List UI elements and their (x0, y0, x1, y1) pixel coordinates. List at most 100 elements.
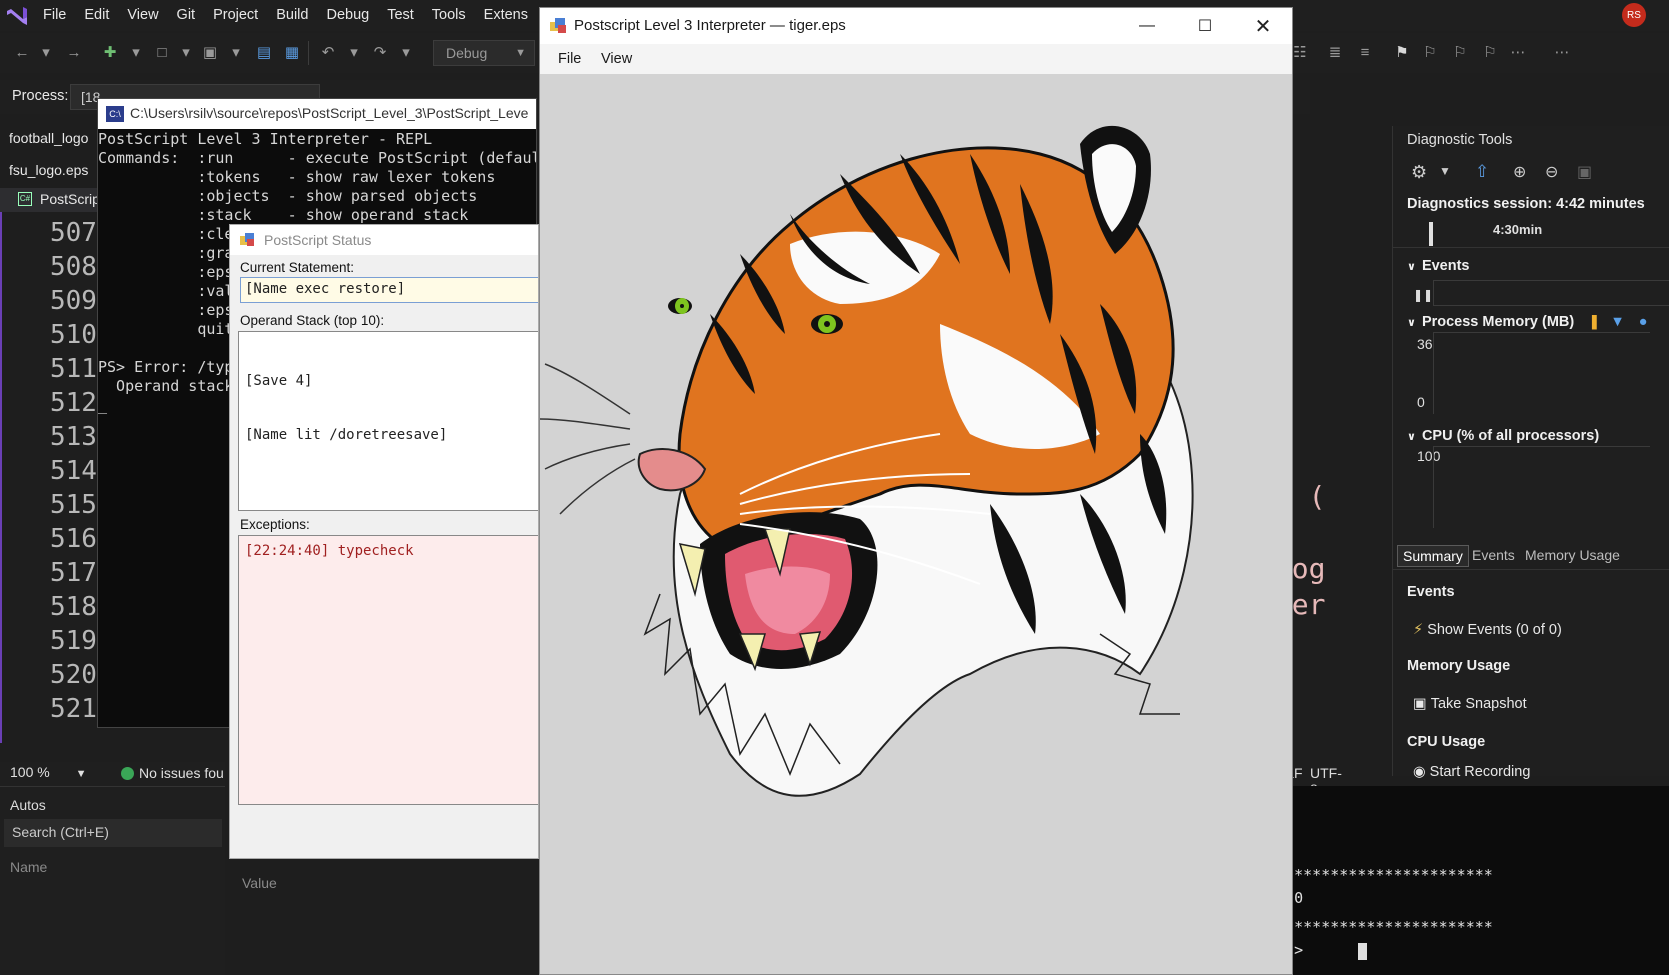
menu-edit[interactable]: Edit (75, 0, 118, 31)
columns-icon[interactable]: ☷ (1290, 43, 1310, 63)
new-project-icon[interactable]: ✚ (100, 43, 120, 63)
autos-column-headers: Name Value (10, 859, 277, 891)
pause-icon[interactable]: ❚❚ (1413, 288, 1433, 302)
solution-configuration-dropdown[interactable]: Debug ▼ (433, 40, 535, 66)
chevron-down-icon[interactable]: ▼ (1439, 164, 1451, 178)
minimize-button[interactable]: — (1118, 8, 1176, 44)
tab-summary[interactable]: Summary (1397, 545, 1469, 567)
save-all-icon[interactable]: ▦ (282, 43, 302, 63)
memory-section-header[interactable]: ∨ Process Memory (MB) ❚ ▼ ● (1407, 314, 1648, 330)
undo-icon[interactable]: ↶ (318, 43, 338, 63)
add-item-icon[interactable]: ▣ (200, 43, 220, 63)
summary-events-heading: Events (1407, 584, 1455, 600)
postscript-status-window[interactable]: PostScript Status Current Statement: [Na… (229, 224, 539, 859)
chevron-down-icon[interactable]: ▾ (226, 43, 246, 63)
doc-tab-football-logo[interactable]: football_logo (9, 130, 88, 146)
visual-studio-logo-icon[interactable] (0, 0, 34, 31)
bookmark-icon[interactable]: ⚑ (1392, 43, 1412, 63)
menu-file[interactable]: File (34, 0, 75, 31)
bookmark-prev-icon[interactable]: ⚐ (1420, 43, 1440, 63)
operand-stack-list[interactable]: [Save 4] [Name lit /doretreesave] (238, 331, 538, 511)
console-title-bar[interactable]: C:\ C:\Users\rsilv\source\repos\PostScri… (98, 99, 536, 129)
postscript-viewer-window[interactable]: Postscript Level 3 Interpreter — tiger.e… (539, 7, 1293, 975)
menu-project[interactable]: Project (204, 0, 267, 31)
doc-tab-fsu-logo[interactable]: fsu_logo.eps (9, 162, 88, 178)
indent-icon[interactable]: ≣ (1325, 43, 1345, 63)
chevron-down-icon: ∨ (1407, 431, 1416, 443)
operand-stack-label: Operand Stack (top 10): (240, 313, 385, 328)
autos-col-value[interactable]: Value (242, 875, 277, 891)
timeline-marker[interactable] (1429, 222, 1433, 246)
diagnostic-tools-title: Diagnostic Tools (1407, 132, 1513, 148)
start-recording-link[interactable]: ◉ Start Recording (1413, 764, 1530, 780)
code-editor[interactable]: 507 508 509 510 511 512 513 514 515 516 517 518 519 5… (0, 188, 100, 743)
bookmark-next-icon[interactable]: ⚐ (1450, 43, 1470, 63)
cpu-usage-heading: CPU Usage (1407, 734, 1486, 750)
viewer-menu-view[interactable]: View (601, 51, 632, 67)
csharp-file-icon: C# (18, 192, 32, 206)
gear-icon[interactable]: ⚙ (1411, 162, 1427, 183)
more-overflow-icon[interactable]: ⋯ (1552, 43, 1572, 63)
diagnostic-tools-panel: Diagnostic Tools ⚙ ▼ ⇧ ⊕ ⊖ ▣ Diagnostics… (1392, 126, 1669, 780)
reset-zoom-icon[interactable]: ▣ (1577, 162, 1592, 182)
show-events-link[interactable]: ⚡ Show Events (0 of 0) (1413, 622, 1562, 638)
chevron-down-icon[interactable]: ▾ (176, 43, 196, 63)
app-icon (240, 233, 254, 246)
redo-icon[interactable]: ↷ (370, 43, 390, 63)
maximize-button[interactable]: ☐ (1176, 8, 1234, 44)
cpu-section-label: CPU (% of all processors) (1421, 428, 1600, 444)
status-title-bar[interactable]: PostScript Status (230, 225, 538, 255)
stack-entry: [Name lit /doretreesave] (245, 427, 448, 443)
bookmark-clear-icon[interactable]: ⚐ (1480, 43, 1500, 63)
current-statement-field[interactable]: [Name exec restore] (240, 277, 538, 303)
diagnostics-timeline[interactable]: 4:30min (1393, 218, 1669, 248)
export-icon[interactable]: ⇧ (1475, 162, 1489, 182)
take-snapshot-link[interactable]: ▣ Take Snapshot (1413, 696, 1527, 712)
chevron-down-icon[interactable]: ▾ (344, 43, 364, 63)
save-icon[interactable]: ▤ (254, 43, 274, 63)
menu-git[interactable]: Git (168, 0, 205, 31)
diagnostic-toolbar: ⚙ ▼ ⇧ ⊕ ⊖ ▣ (1393, 154, 1669, 190)
outdent-icon[interactable]: ≡ (1355, 43, 1375, 63)
chevron-down-icon: ∨ (1407, 317, 1416, 329)
autos-search-input[interactable]: Search (Ctrl+E) (4, 819, 222, 847)
forward-icon[interactable]: → (64, 43, 84, 63)
console-app-icon: C:\ (106, 106, 124, 122)
tab-memory-usage[interactable]: Memory Usage (1520, 545, 1625, 565)
issues-text: No issues fou (139, 765, 224, 781)
cpu-section-header[interactable]: ∨ CPU (% of all processors) (1407, 428, 1599, 444)
issues-indicator[interactable]: No issues fou (121, 765, 224, 781)
user-avatar[interactable]: RS (1622, 3, 1646, 27)
terminal-line: ************************** (1258, 866, 1493, 884)
close-button[interactable]: ✕ (1234, 8, 1292, 44)
tab-events[interactable]: Events (1467, 545, 1520, 565)
tiger-illustration (540, 125, 1194, 797)
autos-col-name[interactable]: Name (10, 859, 47, 875)
start-recording-label: Start Recording (1429, 764, 1531, 780)
zoom-dropdown[interactable]: 100 % ▼ (10, 764, 86, 780)
menu-view[interactable]: View (118, 0, 167, 31)
editor-file-tab[interactable]: C# PostScrip (0, 188, 100, 212)
line-number: 509 (50, 286, 97, 316)
more-icon[interactable]: ⋯ (1508, 43, 1528, 63)
menu-tools[interactable]: Tools (423, 0, 475, 31)
back-icon[interactable]: ← (12, 43, 32, 63)
line-number: 517 (50, 558, 97, 588)
terminal-fragment[interactable]: ************************** 3.5.0 *******… (1258, 786, 1669, 975)
viewer-title-bar[interactable]: Postscript Level 3 Interpreter — tiger.e… (540, 8, 1292, 44)
chevron-down-icon[interactable]: ▾ (396, 43, 416, 63)
zoom-out-icon[interactable]: ⊖ (1545, 162, 1558, 182)
menu-debug[interactable]: Debug (317, 0, 378, 31)
render-canvas[interactable] (540, 74, 1292, 974)
menu-build[interactable]: Build (267, 0, 317, 31)
viewer-menu-file[interactable]: File (558, 51, 581, 67)
exceptions-list[interactable]: [22:24:40] typecheck (238, 535, 538, 805)
chevron-down-icon[interactable]: ▾ (36, 43, 56, 63)
zoom-in-icon[interactable]: ⊕ (1513, 162, 1526, 182)
events-section-header[interactable]: ∨ Events (1407, 258, 1470, 274)
gc-legend-icon: ❚ (1588, 314, 1601, 330)
menu-test[interactable]: Test (378, 0, 423, 31)
menu-extensions[interactable]: Extens (475, 0, 537, 31)
open-file-icon[interactable]: □ (152, 43, 172, 63)
chevron-down-icon[interactable]: ▾ (126, 43, 146, 63)
